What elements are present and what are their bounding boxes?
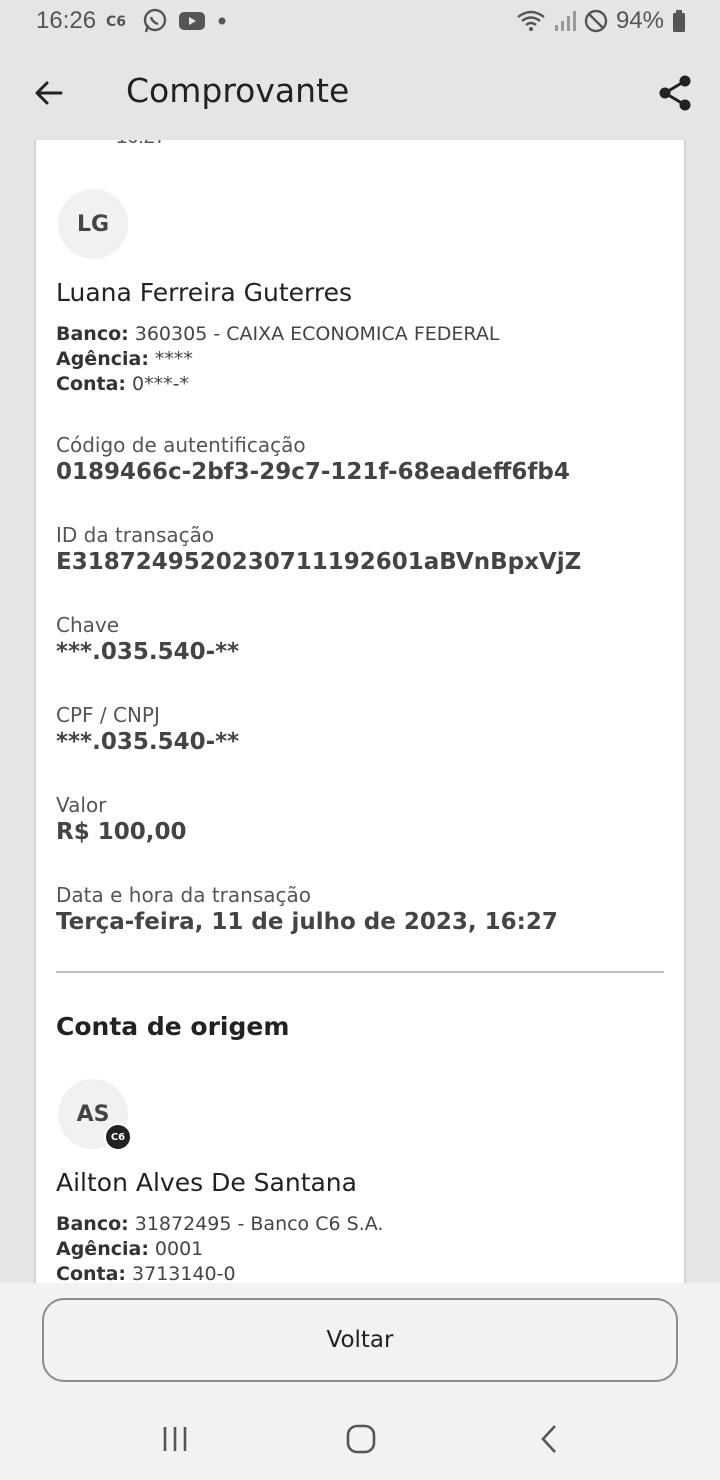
chevron-left-icon — [541, 1425, 556, 1453]
receipt-card: 16:27 LG Luana Ferreira Guterres Banco:3… — [36, 140, 684, 1283]
wifi-icon — [516, 9, 546, 33]
amount-value: R$ 100,00 — [56, 819, 187, 845]
recipient-name: Luana Ferreira Guterres — [56, 278, 352, 307]
cpf-cnpj-value: ***.035.540-** — [56, 729, 240, 755]
recipient-account-value: 0***-* — [132, 373, 189, 395]
amount-label: Valor — [56, 793, 107, 817]
home-button[interactable] — [336, 1418, 386, 1460]
status-left: 16:26 C6 — [36, 7, 228, 35]
svg-text:C6: C6 — [106, 14, 126, 30]
recipient-bank: Banco: 360305 - CAIXA ECONOMICA FEDERAL — [56, 323, 499, 345]
recipient-initials: LG — [76, 211, 110, 237]
receipt-scroll-area[interactable]: 16:27 LG Luana Ferreira Guterres Banco:3… — [0, 140, 720, 1283]
sender-bank-value: 31872495 - Banco C6 S.A. — [134, 1213, 384, 1235]
recipient-avatar: LG — [58, 189, 128, 259]
sender-account-value: 3713140-0 — [132, 1263, 236, 1283]
sender-agency-value: 0001 — [154, 1238, 204, 1260]
auth-code-value: 0189466c-2bf3-29c7-121f-68eadeff6fb4 — [56, 459, 570, 485]
system-back-button[interactable] — [524, 1418, 574, 1460]
cpf-cnpj-label: CPF / CNPJ — [56, 703, 160, 727]
datetime-value: Terça-feira, 11 de julho de 2023, 16:27 — [56, 909, 558, 935]
auth-code-label: Código de autentificação — [56, 433, 306, 457]
c6-icon: C6 — [106, 11, 132, 31]
whatsapp-icon — [142, 8, 168, 34]
recipient-account: Conta: 0***-* — [56, 373, 189, 395]
page-title: Comprovante — [126, 71, 350, 110]
recipient-account-label: Conta: — [56, 373, 127, 395]
arrow-left-icon — [35, 81, 63, 105]
back-voltar-button[interactable]: Voltar — [42, 1298, 678, 1382]
sender-agency: Agência: 0001 — [56, 1238, 203, 1260]
cut-off-time: 16:27 — [116, 140, 166, 149]
recent-apps-icon — [163, 1427, 187, 1451]
home-icon — [346, 1424, 376, 1454]
system-nav-bar — [0, 1398, 720, 1480]
section-divider — [56, 971, 664, 973]
status-bar: 16:26 C6 94% — [0, 0, 720, 44]
sender-initials: AS — [76, 1101, 110, 1127]
status-time: 16:26 — [36, 7, 97, 34]
back-button[interactable] — [26, 70, 72, 116]
pix-key-label: Chave — [56, 613, 120, 637]
c6-badge-icon: C6 — [104, 1123, 132, 1151]
datetime-label: Data e hora da transação — [56, 883, 311, 907]
recipient-agency-value: **** — [154, 348, 193, 370]
origin-section-title: Conta de origem — [56, 1012, 290, 1041]
recipient-agency: Agência: **** — [56, 348, 193, 370]
app-bar: Comprovante — [0, 44, 720, 140]
recent-apps-button[interactable] — [150, 1418, 200, 1460]
sender-bank-label: Banco: — [56, 1213, 129, 1235]
status-right: 94% — [516, 7, 686, 35]
sender-name: Ailton Alves De Santana — [56, 1168, 357, 1197]
sender-agency-label: Agência: — [56, 1238, 149, 1260]
dot-icon — [216, 15, 228, 27]
transaction-id-value: E3187249520230711192601aBVnBpxVjZ — [56, 549, 582, 575]
recipient-bank-value: 360305 - CAIXA ECONOMICA FEDERAL — [134, 323, 500, 345]
share-icon — [659, 75, 691, 111]
dnd-icon — [584, 9, 608, 33]
share-button[interactable] — [652, 70, 698, 116]
battery-icon — [672, 9, 686, 33]
recipient-agency-label: Agência: — [56, 348, 149, 370]
signal-icon — [554, 10, 576, 32]
transaction-id-label: ID da transação — [56, 523, 215, 547]
sender-avatar: AS C6 — [58, 1079, 132, 1151]
youtube-icon — [178, 10, 206, 32]
sender-account-label: Conta: — [56, 1263, 127, 1283]
sender-account: Conta: 3713140-0 — [56, 1263, 236, 1283]
recipient-bank-label: Banco: — [56, 323, 129, 345]
bottom-action-area: Voltar — [0, 1283, 720, 1398]
battery-percent: 94% — [615, 7, 664, 34]
pix-key-value: ***.035.540-** — [56, 639, 240, 665]
sender-bank: Banco: 31872495 - Banco C6 S.A. — [56, 1213, 383, 1235]
